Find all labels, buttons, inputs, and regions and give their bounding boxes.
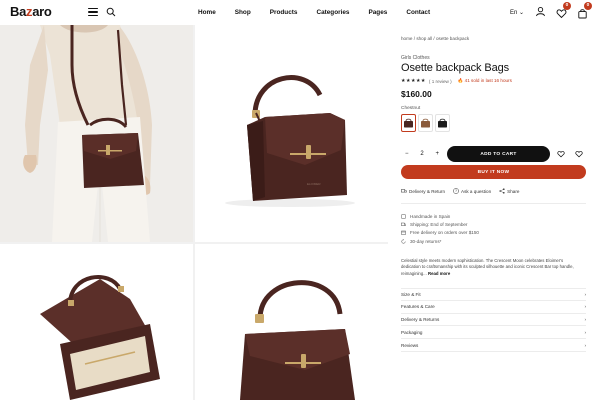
qty-increase-button[interactable]: + xyxy=(435,151,439,157)
cart-count-badge: 0 xyxy=(584,2,592,10)
delivery-return-link[interactable]: Delivery & Return xyxy=(401,188,445,194)
product-category[interactable]: Girls Clothes xyxy=(401,55,430,61)
gallery-divider-vertical xyxy=(193,25,195,400)
swatch-black[interactable] xyxy=(435,114,450,132)
share-link[interactable]: Share xyxy=(499,188,519,194)
nav-contact[interactable]: Contact xyxy=(406,9,430,16)
search-icon[interactable] xyxy=(106,7,116,17)
bag-open-photo xyxy=(0,244,193,400)
chevron-right-icon: › xyxy=(584,304,586,310)
box-icon xyxy=(401,230,406,235)
feature-shipping: Shipping: End of September xyxy=(401,220,479,228)
section-divider xyxy=(401,203,586,204)
accordion-delivery-returns[interactable]: Delivery & Returns › xyxy=(401,314,586,327)
breadcrumb[interactable]: home / shop all / osette backpack xyxy=(401,36,469,41)
chevron-right-icon: › xyxy=(584,291,586,297)
wishlist-toggle-button[interactable] xyxy=(554,147,568,161)
nav-products[interactable]: Products xyxy=(270,9,298,16)
rating-stars: ★★★★★ xyxy=(401,78,426,84)
hand-icon xyxy=(401,213,406,219)
bag-thumbnail-icon xyxy=(404,118,413,128)
gallery-divider-horizontal xyxy=(0,242,388,244)
product-description: Celestial style meets modern sophisticat… xyxy=(401,258,574,276)
ask-question-link[interactable]: ? Ask a question xyxy=(453,188,491,194)
feature-free-delivery: Free delivery on orders over $150 xyxy=(401,229,479,237)
wishlist-button[interactable]: 0 xyxy=(556,2,571,19)
bag-thumbnail-icon xyxy=(438,118,447,128)
accordion-packaging[interactable]: Packaging › xyxy=(401,326,586,340)
user-icon[interactable] xyxy=(535,6,546,17)
product-rating: ★★★★★ ( 1 review ) 🔥 41 sold in last 16 … xyxy=(401,78,512,84)
product-features: Handmade in Spain Shipping: End of Septe… xyxy=(401,212,479,245)
bag-detail-photo xyxy=(195,244,388,400)
site-header: Bazaro Home Shop Products Categories Pag… xyxy=(0,0,600,25)
color-label: Chestnut xyxy=(401,106,421,111)
main-nav: Home Shop Products Categories Pages Cont… xyxy=(198,0,449,25)
svg-text:ELOIMER: ELOIMER xyxy=(307,182,321,186)
review-count-link[interactable]: ( 1 review ) xyxy=(429,79,452,84)
model-photo xyxy=(0,25,193,242)
cart-button[interactable]: 0 xyxy=(577,2,592,19)
product-title: Osette backpack Bags xyxy=(401,62,510,74)
compare-button[interactable] xyxy=(572,147,586,161)
accordion-features-care[interactable]: Features & Care › xyxy=(401,301,586,314)
heart-icon xyxy=(557,150,565,158)
share-icon xyxy=(499,188,505,194)
logo[interactable]: Bazaro xyxy=(10,4,52,19)
color-swatches xyxy=(401,114,450,132)
feature-handmade: Handmade in Spain xyxy=(401,212,479,220)
product-info-panel: home / shop all / osette backpack Girls … xyxy=(393,25,600,400)
gallery-image-bag-detail[interactable] xyxy=(195,244,388,400)
product-price: $160.00 xyxy=(401,89,432,99)
accordion-size-fit[interactable]: Size & Fit › xyxy=(401,288,586,301)
qty-decrease-button[interactable]: − xyxy=(405,151,409,157)
language-selector[interactable]: En ⌄ xyxy=(510,9,524,16)
swatch-tan[interactable] xyxy=(418,114,433,132)
question-icon: ? xyxy=(453,188,459,194)
chevron-right-icon: › xyxy=(584,329,586,335)
read-more-link[interactable]: Read more xyxy=(428,271,450,276)
wishlist-count-badge: 0 xyxy=(563,2,571,10)
chevron-right-icon: › xyxy=(584,316,586,322)
truck-icon xyxy=(401,189,407,193)
nav-pages[interactable]: Pages xyxy=(368,9,387,16)
product-actions: Delivery & Return ? Ask a question Share xyxy=(401,188,519,194)
add-to-cart-button[interactable]: ADD TO CART xyxy=(447,146,550,162)
accordion-reviews[interactable]: Reviews › xyxy=(401,339,586,352)
gallery-image-model[interactable] xyxy=(0,25,193,242)
gallery-image-bag-front[interactable]: ELOIMER xyxy=(195,25,388,242)
nav-home[interactable]: Home xyxy=(198,9,216,16)
quantity-stepper: − 2 + xyxy=(401,147,443,161)
bag-thumbnail-icon xyxy=(421,118,430,128)
product-accordion: Size & Fit › Features & Care › Delivery & … xyxy=(401,288,586,352)
sold-count: 🔥 41 sold in last 16 hours xyxy=(457,78,512,83)
gallery-image-bag-open[interactable] xyxy=(0,244,193,400)
swatch-chestnut[interactable] xyxy=(401,114,416,132)
chevron-right-icon: › xyxy=(584,342,586,348)
nav-shop[interactable]: Shop xyxy=(235,9,251,16)
menu-icon[interactable] xyxy=(88,8,98,17)
return-icon xyxy=(401,238,406,244)
feature-returns: 30-day returns* xyxy=(401,237,479,245)
heart-outline-icon xyxy=(575,150,583,158)
svg-text:?: ? xyxy=(455,189,457,193)
bag-front-photo: ELOIMER xyxy=(195,25,388,242)
nav-categories[interactable]: Categories xyxy=(316,9,349,16)
buy-now-button[interactable]: BUY IT NOW xyxy=(401,165,586,179)
qty-value[interactable]: 2 xyxy=(420,151,423,157)
truck-icon xyxy=(401,222,406,226)
